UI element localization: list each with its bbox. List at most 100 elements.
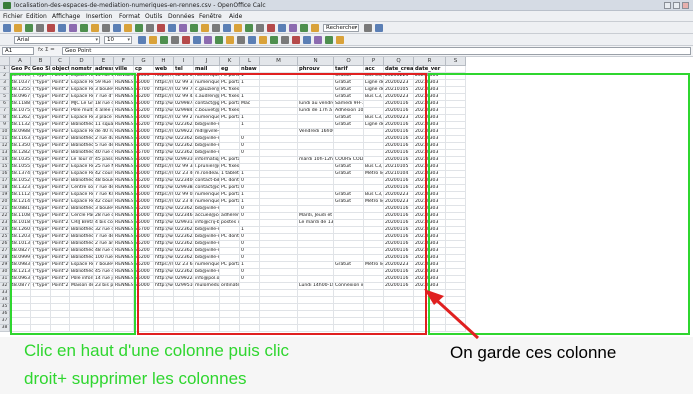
table-cell[interactable]: Point"2915 bbox=[51, 115, 70, 122]
table-cell[interactable]: {"type": " bbox=[31, 108, 51, 115]
table-cell[interactable]: Point"2660 bbox=[51, 234, 70, 241]
table-cell[interactable]: {"type": " bbox=[31, 122, 51, 129]
table-cell[interactable]: 35000 bbox=[134, 276, 154, 283]
table-cell[interactable] bbox=[364, 269, 384, 276]
column-header-Q[interactable]: Q bbox=[384, 57, 414, 66]
table-cell[interactable]: 20210303 bbox=[414, 192, 446, 199]
standard-button-icon-27[interactable] bbox=[300, 24, 308, 32]
column-header-A[interactable]: A bbox=[10, 57, 31, 66]
table-cell[interactable]: contact-biblio bbox=[194, 178, 220, 185]
table-cell[interactable] bbox=[260, 227, 298, 234]
table-cell[interactable]: https://metrop bbox=[154, 87, 174, 94]
column-header-G[interactable]: G bbox=[134, 57, 154, 66]
table-cell[interactable]: Bus C3, arrêt bbox=[364, 94, 384, 101]
table-cell[interactable]: 02 23 62 26 bbox=[174, 262, 194, 269]
table-cell[interactable]: Point"2706 bbox=[51, 276, 70, 283]
table-cell[interactable] bbox=[220, 241, 240, 248]
menu-item-4[interactable]: Format bbox=[119, 13, 140, 20]
row-header[interactable]: 8 bbox=[0, 115, 10, 122]
table-cell[interactable] bbox=[260, 143, 298, 150]
table-cell[interactable] bbox=[298, 325, 334, 332]
table-cell[interactable] bbox=[220, 290, 240, 297]
table-cell[interactable] bbox=[446, 101, 466, 108]
table-cell[interactable] bbox=[298, 192, 334, 199]
table-cell[interactable]: https://metrop bbox=[154, 192, 174, 199]
table-cell[interactable]: 20200223 bbox=[384, 94, 414, 101]
row-header[interactable]: 19 bbox=[0, 192, 10, 199]
row-header[interactable]: 13 bbox=[0, 150, 10, 157]
table-cell[interactable]: 48.13232308 bbox=[10, 185, 31, 192]
table-cell[interactable] bbox=[364, 206, 384, 213]
table-cell[interactable] bbox=[298, 234, 334, 241]
table-cell[interactable]: 20200116 bbox=[384, 213, 414, 220]
table-cell[interactable] bbox=[384, 297, 414, 304]
row-header[interactable]: 2 bbox=[0, 73, 10, 80]
column-title-cell[interactable]: adresse bbox=[94, 66, 114, 73]
table-cell[interactable]: http://www.bib bbox=[154, 234, 174, 241]
table-cell[interactable]: 3 place de l'E bbox=[94, 115, 114, 122]
table-cell[interactable]: RENNES bbox=[114, 129, 134, 136]
table-cell[interactable]: http://www.bib bbox=[154, 269, 174, 276]
table-cell[interactable]: 0223622641 bbox=[174, 122, 194, 129]
table-cell[interactable]: RENNES bbox=[114, 143, 134, 150]
table-cell[interactable]: s.audren@v bbox=[194, 94, 220, 101]
table-cell[interactable]: RENNES bbox=[114, 94, 134, 101]
row-header[interactable]: 18 bbox=[0, 185, 10, 192]
format-button-icon-17[interactable] bbox=[325, 36, 333, 44]
table-cell[interactable] bbox=[10, 304, 31, 311]
table-cell[interactable] bbox=[364, 136, 384, 143]
row-header[interactable]: 4 bbox=[0, 87, 10, 94]
column-header-K[interactable]: K bbox=[220, 57, 240, 66]
table-cell[interactable] bbox=[260, 101, 298, 108]
table-cell[interactable] bbox=[51, 304, 70, 311]
table-cell[interactable]: 0299841629 bbox=[174, 108, 194, 115]
table-cell[interactable]: Point"2673 bbox=[51, 122, 70, 129]
table-cell[interactable] bbox=[240, 311, 260, 318]
table-cell[interactable]: 0223406700 bbox=[174, 178, 194, 185]
column-title-cell[interactable]: mail bbox=[194, 66, 220, 73]
table-cell[interactable]: 1 bbox=[240, 171, 260, 178]
table-cell[interactable] bbox=[174, 318, 194, 325]
column-header-L[interactable]: L bbox=[240, 57, 260, 66]
column-title-cell[interactable] bbox=[260, 66, 298, 73]
table-cell[interactable] bbox=[446, 87, 466, 94]
format-button-icon-1[interactable] bbox=[149, 36, 157, 44]
table-cell[interactable]: 20210303 bbox=[414, 73, 446, 80]
table-cell[interactable]: 20210303 bbox=[414, 136, 446, 143]
table-cell[interactable]: 0 bbox=[240, 136, 260, 143]
table-cell[interactable] bbox=[220, 311, 240, 318]
table-cell[interactable]: Bibliothèque bbox=[70, 227, 94, 234]
table-cell[interactable]: 0 bbox=[240, 269, 260, 276]
format-button-icon-12[interactable] bbox=[270, 36, 278, 44]
row-header[interactable]: 25 bbox=[0, 234, 10, 241]
table-cell[interactable] bbox=[298, 185, 334, 192]
table-cell[interactable]: RENNES bbox=[114, 157, 134, 164]
table-cell[interactable] bbox=[446, 255, 466, 262]
table-cell[interactable]: 0223622640 bbox=[174, 234, 194, 241]
table-cell[interactable]: 0223622650 bbox=[174, 136, 194, 143]
column-title-cell[interactable]: Geo Shape bbox=[31, 66, 51, 73]
table-cell[interactable] bbox=[298, 241, 334, 248]
table-cell[interactable]: 20200116 bbox=[384, 234, 414, 241]
standard-button-icon-29[interactable] bbox=[364, 24, 372, 32]
table-cell[interactable]: Ligne de bus bbox=[364, 87, 384, 94]
table-cell[interactable] bbox=[298, 94, 334, 101]
table-cell[interactable] bbox=[446, 192, 466, 199]
table-cell[interactable]: 20200116 bbox=[384, 129, 414, 136]
table-cell[interactable]: 0 bbox=[240, 255, 260, 262]
table-cell[interactable] bbox=[260, 311, 298, 318]
table-cell[interactable]: 35000 bbox=[134, 234, 154, 241]
table-cell[interactable]: PC fixes + 1 bbox=[220, 87, 240, 94]
table-cell[interactable] bbox=[334, 143, 364, 150]
table-cell[interactable]: 20200223 bbox=[384, 199, 414, 206]
table-cell[interactable]: 48.08271108 bbox=[10, 248, 31, 255]
table-cell[interactable] bbox=[446, 115, 466, 122]
table-cell[interactable] bbox=[260, 94, 298, 101]
column-header-N[interactable]: N bbox=[298, 57, 334, 66]
table-cell[interactable] bbox=[70, 297, 94, 304]
table-cell[interactable] bbox=[364, 213, 384, 220]
table-cell[interactable] bbox=[334, 248, 364, 255]
table-cell[interactable]: {"type": " bbox=[31, 199, 51, 206]
table-cell[interactable] bbox=[94, 318, 114, 325]
table-cell[interactable]: accueil@cercle bbox=[194, 213, 220, 220]
